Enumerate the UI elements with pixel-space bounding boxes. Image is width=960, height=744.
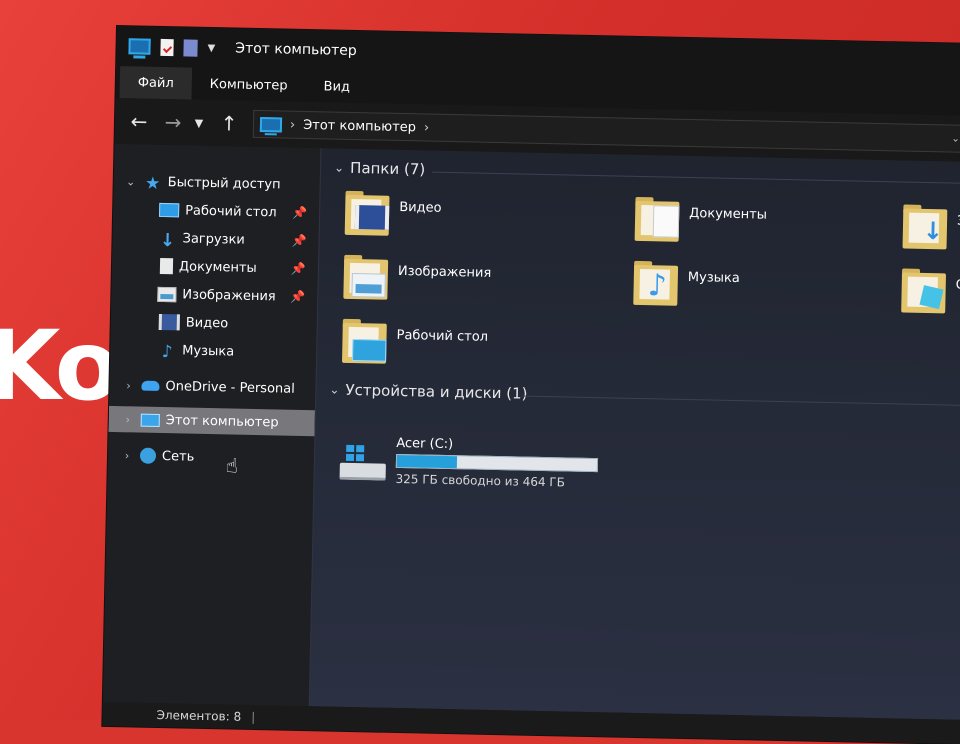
customize-toolbar-chevron-icon[interactable]: ▼ (207, 42, 215, 53)
folder-label: Видео (399, 199, 442, 216)
sidebar-item-label: Загрузки (182, 230, 246, 248)
devices-group-header[interactable]: ⌄ Устройства и диски (1) (329, 381, 527, 403)
sidebar-item-videos[interactable]: Видео (111, 308, 317, 338)
devices-group-title: Устройства и диски (1) (345, 380, 528, 403)
hand-cursor-icon: ☝ (225, 453, 239, 478)
folder-label: Музыка (687, 270, 740, 287)
windows-drive-icon (339, 443, 386, 484)
sidebar-item-downloads[interactable]: ↓ Загрузки 📌 (112, 224, 318, 254)
star-icon: ★ (144, 173, 161, 194)
pin-icon[interactable]: 📌 (291, 234, 306, 248)
status-separator: | (251, 709, 256, 725)
tab-view[interactable]: Вид (305, 70, 368, 103)
this-pc-icon (140, 413, 160, 427)
sidebar-item-label: Сеть (161, 448, 195, 465)
address-pc-icon (259, 116, 283, 132)
folder-tile[interactable]: ↓ З (902, 204, 960, 250)
folder-tile[interactable]: Рабочий стол (341, 318, 489, 366)
forward-arrow-icon[interactable]: → (163, 110, 183, 134)
network-icon (139, 447, 157, 464)
tab-file[interactable]: Файл (119, 66, 193, 100)
chevron-right-icon[interactable]: › (121, 413, 135, 426)
sidebar-item-onedrive[interactable]: › OneDrive - Personal (109, 372, 315, 402)
sidebar-item-this-pc[interactable]: › Этот компьютер (108, 405, 315, 437)
address-separator-icon[interactable]: › (290, 117, 296, 132)
folder-tile[interactable]: Об (901, 268, 960, 314)
address-dropdown-chevron-icon[interactable]: ⌄ (951, 133, 960, 144)
content-pane[interactable]: ⌄ Папки (7) Видео Документы ↓ З Изображе… (308, 148, 960, 720)
properties-icon[interactable] (160, 38, 174, 56)
onedrive-cloud-icon (141, 380, 160, 391)
sidebar-item-label: Изображения (182, 286, 276, 304)
this-pc-icon[interactable] (128, 38, 151, 55)
sidebar-item-label: Видео (185, 315, 229, 331)
sidebar-item-label: Быстрый доступ (167, 174, 281, 192)
new-folder-icon[interactable] (183, 38, 198, 57)
sidebar-item-network[interactable]: › Сеть (108, 442, 314, 472)
chevron-down-icon[interactable]: ⌄ (329, 383, 339, 397)
address-bar[interactable]: › Этот компьютер › ⌄ (252, 109, 960, 153)
drive-name: Acer (C:) (396, 435, 454, 453)
group-divider (521, 395, 960, 407)
up-arrow-icon[interactable]: ↑ (219, 111, 239, 135)
recent-locations-chevron-icon[interactable]: ▼ (193, 116, 205, 129)
chevron-right-icon[interactable]: › (121, 379, 135, 392)
3d-objects-folder-icon (901, 268, 947, 314)
sidebar-item-pictures[interactable]: Изображения 📌 (111, 280, 317, 310)
chevron-down-icon[interactable]: ⌄ (124, 175, 138, 188)
sidebar-item-label: OneDrive - Personal (165, 378, 295, 397)
drive-free-space: 325 ГБ свободно из 464 ГБ (395, 471, 566, 490)
videos-folder-icon (344, 190, 390, 236)
pictures-icon (157, 286, 177, 302)
sidebar-item-music[interactable]: ♪ Музыка (110, 336, 316, 366)
sidebar-item-label: Рабочий стол (184, 202, 277, 220)
documents-folder-icon (634, 196, 680, 242)
group-divider (431, 171, 960, 185)
sidebar-item-quick-access[interactable]: ⌄ ★ Быстрый доступ (113, 168, 319, 198)
pin-icon[interactable]: 📌 (292, 206, 307, 220)
drive-usage-fill (396, 454, 458, 469)
chevron-right-icon[interactable]: › (120, 449, 134, 462)
tab-computer[interactable]: Компьютер (191, 68, 306, 102)
drive-usage-bar (395, 453, 599, 473)
sidebar-item-documents[interactable]: Документы 📌 (112, 252, 318, 282)
downloads-icon: ↓ (159, 229, 176, 252)
folder-label: Об (955, 277, 960, 294)
folder-tile[interactable]: ♪ Музыка (633, 260, 740, 307)
sidebar-item-label: Документы (178, 258, 257, 276)
music-icon: ♪ (161, 342, 173, 363)
folder-label: Документы (689, 206, 768, 223)
window-title: Этот компьютер (235, 40, 357, 60)
sidebar-item-label: Этот компьютер (165, 412, 279, 430)
pin-icon[interactable]: 📌 (291, 262, 306, 276)
address-path-segment[interactable]: Этот компьютер (303, 117, 416, 134)
folder-label: Изображения (397, 263, 492, 281)
address-separator-icon[interactable]: › (424, 120, 430, 135)
pictures-folder-icon (343, 254, 389, 300)
back-arrow-icon[interactable]: ← (129, 109, 149, 133)
folder-tile[interactable]: Изображения (343, 254, 492, 302)
pin-icon[interactable]: 📌 (290, 290, 305, 304)
quick-access-toolbar: ▼ (128, 38, 215, 57)
downloads-folder-icon: ↓ (902, 204, 948, 250)
videos-icon (158, 313, 180, 331)
status-item-count: Элементов: 8 (156, 707, 242, 724)
folder-label: Рабочий стол (396, 327, 489, 345)
folder-tile[interactable]: Документы (634, 196, 768, 244)
folders-group-title: Папки (7) (349, 158, 426, 179)
navigation-pane: ⌄ ★ Быстрый доступ Рабочий стол 📌 ↓ Загр… (102, 143, 321, 707)
documents-icon (159, 257, 174, 275)
sidebar-item-desktop[interactable]: Рабочий стол 📌 (113, 196, 319, 226)
folders-group-header[interactable]: ⌄ Папки (7) (334, 158, 426, 179)
folder-tile[interactable]: Видео (344, 190, 442, 237)
sidebar-item-label: Музыка (182, 342, 235, 360)
drive-tile[interactable]: Acer (C:) 325 ГБ свободно из 464 ГБ (339, 435, 599, 490)
desktop-folder-icon (341, 318, 387, 364)
file-explorer-window: ▼ Этот компьютер Файл Компьютер Вид ← → … (102, 26, 960, 744)
desktop-icon (159, 202, 180, 218)
chevron-down-icon[interactable]: ⌄ (334, 161, 344, 175)
music-folder-icon: ♪ (633, 260, 679, 306)
